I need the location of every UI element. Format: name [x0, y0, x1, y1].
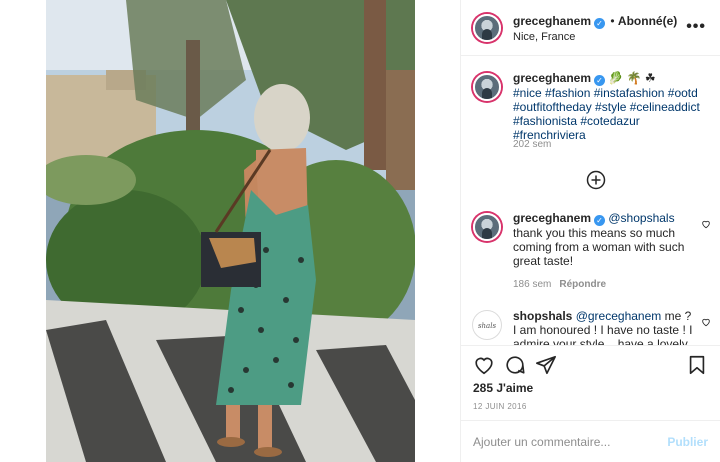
post-location[interactable]: Nice, France	[513, 31, 693, 43]
post-actions: 285 J'aime 12 JUIN 2016	[461, 345, 720, 419]
caption-hashtags[interactable]: #nice #fashion #instafashion #ootd #outf…	[513, 86, 705, 142]
shopshals-logo: shals	[477, 322, 497, 330]
caption-body: greceghanem ✓ 🥬 🌴 ☘ #nice #fashion #insta…	[513, 71, 705, 142]
caption-emojis: 🥬 🌴 ☘	[608, 71, 656, 85]
verified-badge-icon: ✓	[594, 75, 606, 86]
header-separator: •	[610, 14, 615, 28]
comment-meta: 186 sem Répondre	[513, 279, 606, 290]
comment-body: greceghanem ✓ @shopshals thank you this m…	[513, 211, 693, 268]
post-side-panel: greceghanem ✓ • Abonné(e) Nice, France ••…	[461, 0, 720, 462]
caption-avatar[interactable]	[473, 73, 501, 101]
reply-button[interactable]: Répondre	[559, 279, 606, 290]
sandal	[217, 437, 245, 447]
comment-time[interactable]: 186 sem	[513, 279, 551, 290]
comment-avatar[interactable]	[473, 213, 501, 241]
add-comment-bar: Publier	[461, 420, 720, 462]
post-date[interactable]: 12 JUIN 2016	[473, 402, 527, 411]
comment-mention[interactable]: @shopshals	[608, 211, 674, 225]
comment-username[interactable]: greceghanem	[513, 211, 591, 225]
verified-badge-icon: ✓	[594, 18, 606, 29]
comment-item: greceghanem ✓ @shopshals thank you this m…	[473, 211, 713, 291]
photo-illustration	[46, 0, 415, 462]
likes-count[interactable]: 285 J'aime	[473, 381, 533, 395]
post-header: greceghanem ✓ • Abonné(e) Nice, France ••…	[461, 0, 720, 56]
comments-list: greceghanem ✓ 🥬 🌴 ☘ #nice #fashion #insta…	[461, 57, 720, 345]
comment-text: thank you this means so much coming from…	[513, 226, 685, 268]
verified-badge-icon: ✓	[594, 215, 606, 226]
wooden-structure	[386, 70, 415, 190]
comment-mention[interactable]: @greceghanem	[576, 309, 662, 323]
caption-time[interactable]: 202 sem	[513, 139, 551, 150]
pole	[364, 0, 386, 170]
author-info: greceghanem ✓ • Abonné(e) Nice, France	[513, 14, 693, 43]
caption: greceghanem ✓ 🥬 🌴 ☘ #nice #fashion #insta…	[473, 71, 713, 171]
sandal	[254, 447, 282, 457]
share-paper-plane-icon[interactable]	[535, 354, 557, 376]
post-media	[0, 0, 461, 462]
hair	[254, 84, 310, 152]
leg	[258, 405, 272, 450]
publish-button[interactable]: Publier	[667, 435, 708, 449]
comment-username[interactable]: shopshals	[513, 309, 572, 323]
leg	[226, 405, 240, 440]
like-heart-icon[interactable]	[473, 354, 495, 376]
like-comment-heart-icon[interactable]	[701, 317, 711, 327]
like-comment-heart-icon[interactable]	[701, 219, 711, 229]
comment-avatar[interactable]: shals	[473, 311, 501, 339]
author-username[interactable]: greceghanem	[513, 14, 591, 28]
post-photo[interactable]	[46, 0, 415, 462]
author-avatar[interactable]	[473, 14, 501, 42]
save-bookmark-icon[interactable]	[686, 354, 708, 376]
add-comment-input[interactable]	[473, 432, 663, 452]
more-options-icon[interactable]: •••	[686, 18, 706, 36]
comment-bubble-icon[interactable]	[504, 354, 526, 376]
load-more-comments-icon[interactable]	[586, 170, 606, 190]
follow-status-button[interactable]: Abonné(e)	[618, 14, 677, 28]
comment-item: shals shopshals @greceghanem me ? I am h…	[473, 309, 713, 345]
caption-username[interactable]: greceghanem	[513, 71, 591, 85]
comment-body: shopshals @greceghanem me ? I am honoure…	[513, 309, 693, 345]
